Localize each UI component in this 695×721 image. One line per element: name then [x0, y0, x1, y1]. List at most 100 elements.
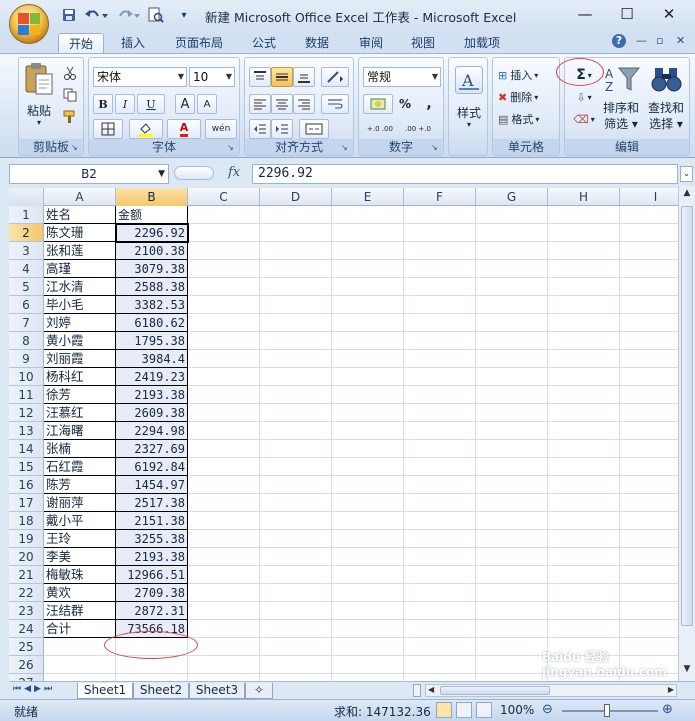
insert-function-button[interactable]: fx — [228, 165, 240, 180]
row-header[interactable]: 20 — [9, 548, 44, 566]
cell-name[interactable]: 徐芳 — [44, 386, 116, 404]
cell-name[interactable]: 石红霞 — [44, 458, 116, 476]
cell-name[interactable]: 李美 — [44, 548, 116, 566]
column-header-f[interactable]: F — [404, 188, 476, 206]
column-header-b[interactable]: B — [116, 188, 188, 206]
increase-decimal-button[interactable]: +.0 .00 — [363, 119, 397, 139]
page-layout-view-icon[interactable] — [456, 702, 472, 718]
tab-home[interactable]: 开始 — [58, 33, 104, 54]
copy-icon[interactable] — [63, 88, 79, 102]
cell-amount[interactable]: 1454.97 — [116, 476, 188, 494]
align-top-button[interactable] — [249, 67, 271, 87]
column-header-i[interactable]: I — [620, 188, 678, 206]
cell-amount[interactable]: 3255.38 — [116, 530, 188, 548]
tab-addins[interactable]: 加载项 — [455, 33, 509, 54]
undo-button[interactable] — [82, 6, 110, 24]
row-header[interactable]: 25 — [9, 638, 44, 656]
styles-icon[interactable]: A — [455, 66, 483, 94]
bold-button[interactable]: B — [93, 94, 113, 114]
styles-button-label[interactable]: 样式 — [449, 104, 489, 121]
tab-view[interactable]: 视图 — [402, 33, 444, 54]
font-size-combo[interactable]: 10 ▼ — [189, 67, 235, 87]
cut-icon[interactable] — [63, 66, 79, 80]
cell-amount[interactable]: 3984.4 — [116, 350, 188, 368]
number-format-combo[interactable]: 常规 ▼ — [363, 67, 441, 87]
cell-name[interactable]: 张和莲 — [44, 242, 116, 260]
cell-amount[interactable]: 2294.98 — [116, 422, 188, 440]
binoculars-icon[interactable] — [647, 64, 687, 94]
borders-button[interactable] — [93, 119, 123, 139]
paste-dropdown-icon[interactable]: ▾ — [31, 118, 47, 127]
align-bottom-button[interactable] — [293, 67, 315, 87]
vertical-scroll-thumb[interactable] — [681, 206, 693, 626]
cell-amount[interactable]: 金额 — [116, 206, 188, 224]
sheet-tab-3[interactable]: Sheet3 — [189, 683, 245, 699]
clear-button[interactable]: ⌫ ▾ — [569, 109, 599, 129]
format-cells-button[interactable]: ▤ 格式 ▾ — [497, 109, 559, 129]
print-preview-icon[interactable] — [145, 6, 167, 24]
cell-name[interactable]: 戴小平 — [44, 512, 116, 530]
cell-amount[interactable]: 2872.31 — [116, 602, 188, 620]
cell-name[interactable]: 江海曙 — [44, 422, 116, 440]
help-icon[interactable]: ? — [612, 34, 626, 48]
cell-name[interactable]: 谢丽萍 — [44, 494, 116, 512]
cell-area[interactable]: 姓名 金额 陈文珊 2296.92 张和莲 2100.38 高瑾 3079.38 江水清 2588… — [44, 206, 678, 681]
cell-amount[interactable]: 2327.69 — [116, 440, 188, 458]
fill-color-button[interactable] — [129, 119, 163, 139]
ribbon-minimize-icon[interactable]: — — [636, 34, 647, 47]
cell-amount[interactable]: 2100.38 — [116, 242, 188, 260]
phonetic-button[interactable]: wén — [205, 119, 237, 139]
qat-customize-icon[interactable]: ▾ — [178, 6, 190, 24]
cell-name[interactable]: 汪慕红 — [44, 404, 116, 422]
row-header[interactable]: 15 — [9, 458, 44, 476]
row-header[interactable]: 13 — [9, 422, 44, 440]
align-right-button[interactable] — [293, 94, 315, 114]
insert-cells-button[interactable]: ⊞ 插入 ▾ — [497, 65, 559, 85]
insert-sheet-icon[interactable]: ✧ — [245, 683, 273, 699]
column-header-d[interactable]: D — [260, 188, 332, 206]
cell-name[interactable]: 陈芳 — [44, 476, 116, 494]
row-header[interactable]: 18 — [9, 512, 44, 530]
cell-name[interactable]: 黄小霞 — [44, 332, 116, 350]
comma-button[interactable]: , — [419, 94, 439, 114]
find-select-button[interactable]: 查找和 选择 ▾ — [643, 100, 689, 132]
cell-amount[interactable]: 2419.23 — [116, 368, 188, 386]
format-painter-icon[interactable] — [63, 110, 79, 124]
scroll-down-icon[interactable]: ▼ — [680, 664, 694, 678]
scroll-left-icon[interactable]: ◀ — [428, 685, 434, 694]
row-header[interactable]: 11 — [9, 386, 44, 404]
fill-button[interactable]: ⇩ ▾ — [569, 87, 599, 107]
paste-button-label[interactable]: 粘贴 — [21, 102, 57, 119]
cell-amount[interactable]: 2193.38 — [116, 386, 188, 404]
page-break-view-icon[interactable] — [476, 702, 492, 718]
wrap-text-button[interactable] — [321, 94, 349, 114]
formula-input[interactable]: 2296.92 — [252, 164, 678, 184]
row-header[interactable]: 8 — [9, 332, 44, 350]
cell-name[interactable]: 江水清 — [44, 278, 116, 296]
zoom-slider[interactable] — [562, 710, 658, 712]
ribbon-restore-icon[interactable]: ▫ — [656, 34, 663, 47]
cell-name[interactable]: 毕小毛 — [44, 296, 116, 314]
row-header[interactable]: 5 — [9, 278, 44, 296]
normal-view-icon[interactable] — [436, 702, 452, 718]
zoom-out-icon[interactable]: ⊖ — [542, 702, 553, 717]
cell-amount[interactable]: 6192.84 — [116, 458, 188, 476]
cell-name[interactable]: 汪结群 — [44, 602, 116, 620]
orientation-button[interactable] — [321, 67, 349, 87]
tab-split-handle[interactable] — [413, 684, 421, 697]
row-header[interactable]: 23 — [9, 602, 44, 620]
tab-data[interactable]: 数据 — [296, 33, 338, 54]
cell-amount[interactable]: 2193.38 — [116, 548, 188, 566]
cell-name[interactable]: 姓名 — [44, 206, 116, 224]
row-header[interactable]: 12 — [9, 404, 44, 422]
cell-amount[interactable]: 12966.51 — [116, 566, 188, 584]
save-icon[interactable] — [60, 6, 78, 24]
cell-name[interactable]: 张楠 — [44, 440, 116, 458]
column-header-c[interactable]: C — [188, 188, 260, 206]
grow-font-button[interactable]: A — [175, 94, 195, 114]
font-name-combo[interactable]: 宋体 ▼ — [93, 67, 187, 87]
cell-amount[interactable]: 2517.38 — [116, 494, 188, 512]
cell-amount[interactable]: 6180.62 — [116, 314, 188, 332]
expand-formula-bar-icon[interactable]: ⌄ — [680, 166, 693, 182]
decrease-indent-button[interactable] — [249, 119, 271, 139]
